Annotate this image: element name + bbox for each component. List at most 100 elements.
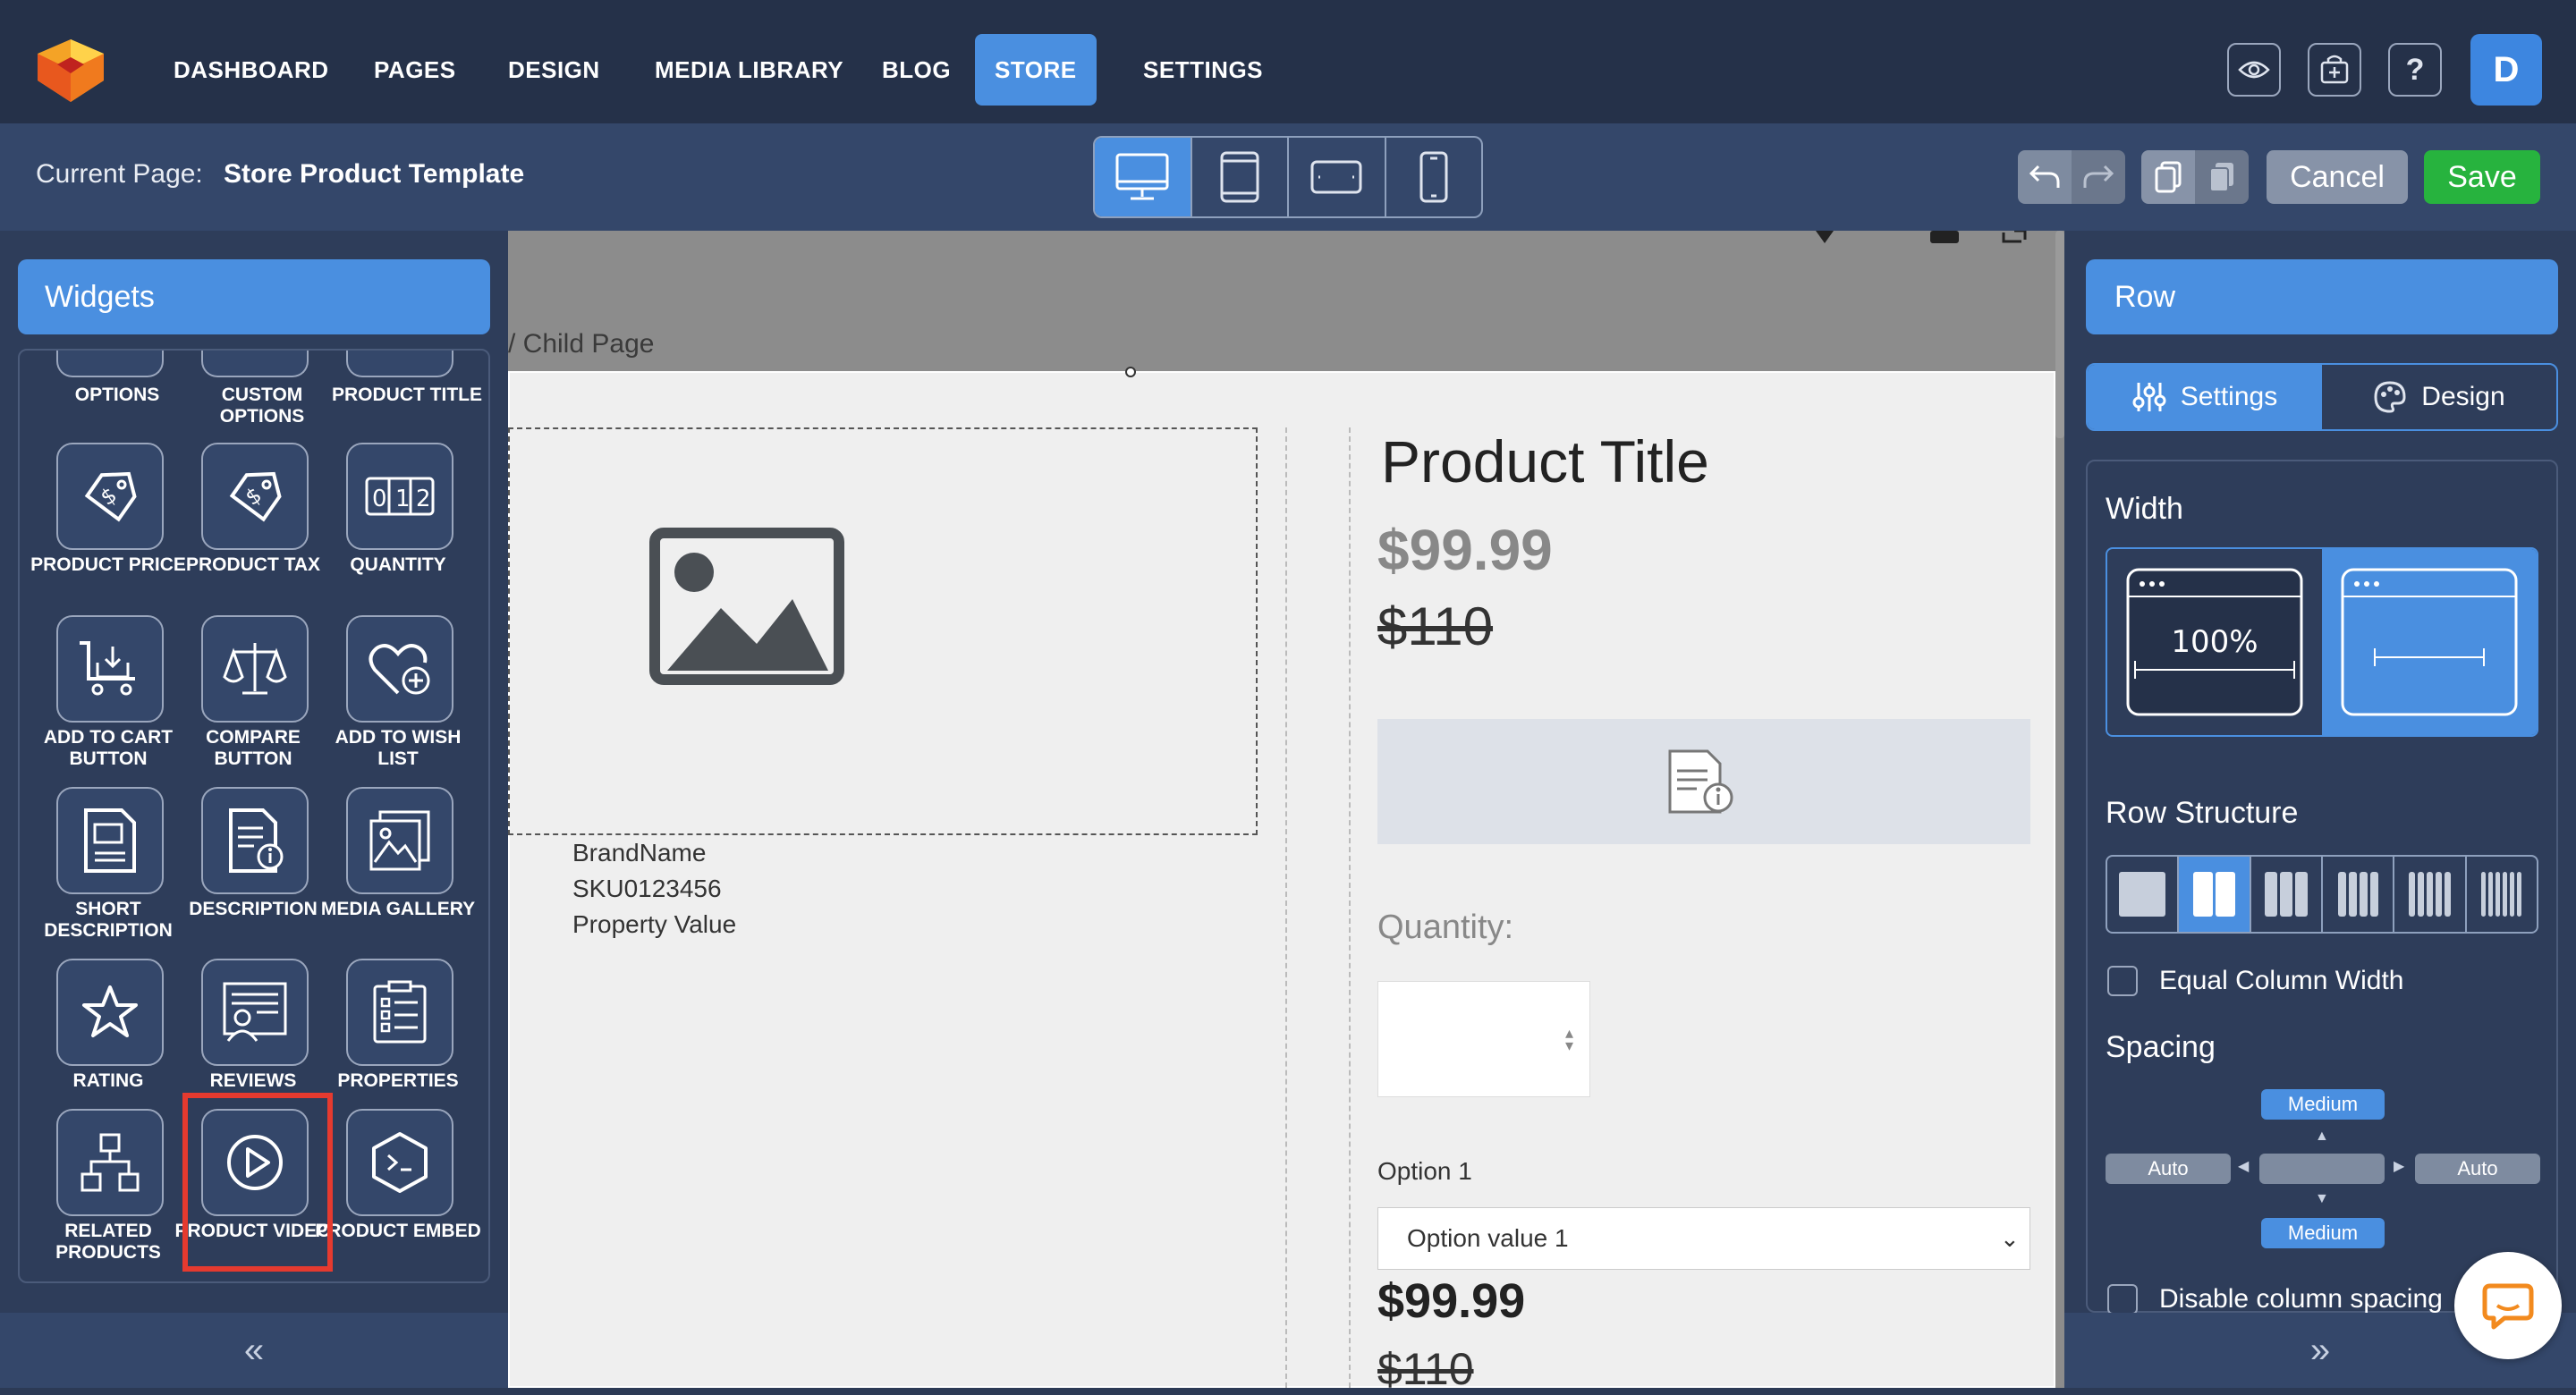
column-bar [2264,872,2277,917]
structure-4-columns[interactable] [2323,857,2395,932]
tax-tag-icon: $ [201,443,309,550]
tablet-view-button[interactable] [1192,138,1289,216]
description-placeholder[interactable] [1377,719,2030,844]
nav-settings[interactable]: SETTINGS [1123,34,1283,106]
code-hexagon-icon [346,1109,453,1216]
star-icon [56,959,164,1066]
product-title[interactable]: Product Title [1381,427,1709,495]
column-bar [2192,872,2213,917]
width-heading: Width [2106,492,2183,526]
properties-tabs: Settings Design [2086,363,2558,431]
structure-3-columns[interactable] [2251,857,2323,932]
row-handle[interactable] [1125,367,1136,377]
nav-design[interactable]: DESIGN [488,34,620,106]
collapse-left-panel-button[interactable]: « [0,1313,508,1388]
undo-icon [2029,165,2060,188]
column-bar [2294,872,2308,917]
question-mark-icon: ? [2405,52,2425,87]
nav-blog[interactable]: BLOG [862,34,970,106]
structure-6-columns[interactable] [2467,857,2537,932]
cancel-button[interactable]: Cancel [2267,150,2408,204]
arrow-down-icon: ▼ [2315,1191,2329,1206]
structure-2-columns[interactable] [2179,857,2251,932]
column-bar [2119,872,2166,917]
widget-label: PRODUCT TITLE [332,385,482,405]
product-old-price-bottom[interactable]: $110 [1377,1343,1474,1395]
canvas-scrollbar[interactable] [2055,231,2064,438]
quantity-label: Quantity: [1377,909,1514,946]
help-button[interactable]: ? [2388,43,2442,97]
price-tag-icon: $ [56,443,164,550]
tab-design[interactable]: Design [2322,365,2556,429]
save-button[interactable]: Save [2424,150,2540,204]
widgets-panel-header: Widgets [18,259,490,334]
tablet-landscape-view-button[interactable] [1289,138,1386,216]
breadcrumb[interactable]: / Child Page [508,329,654,359]
reviews-icon [201,959,309,1066]
tab-settings[interactable]: Settings [2088,365,2322,429]
column-bar [2426,872,2433,917]
options-icon [56,351,164,377]
highlight-annotation [182,1093,333,1272]
widget-label: PROPERTIES [337,1070,459,1091]
spacing-bottom-button[interactable]: Medium [2261,1218,2385,1248]
product-old-price[interactable]: $110 [1377,596,1493,657]
option-label: Option 1 [1377,1157,1472,1185]
nav-store[interactable]: STORE [975,34,1097,106]
disable-column-spacing-checkbox[interactable] [2107,1284,2138,1315]
widget-label: QUANTITY [350,554,446,575]
eye-icon [2238,61,2270,79]
row-structure-heading: Row Structure [2106,796,2299,830]
width-boxed-option[interactable] [2322,549,2537,735]
width-full-option[interactable]: 100% [2107,549,2322,735]
chat-support-button[interactable] [2454,1252,2562,1359]
widget-label: PRODUCT EMBED [315,1221,481,1241]
redo-button[interactable] [2072,150,2125,204]
copy-button[interactable] [2141,150,2195,204]
document-info-icon [201,787,309,894]
widget-label: ADD TO WISH LIST [335,727,462,769]
option-select[interactable]: Option value 1 [1377,1207,2030,1270]
current-page-name[interactable]: Store Product Template [224,159,524,190]
double-chevron-right-icon: » [2309,1330,2331,1370]
column-divider [1285,427,1287,1388]
nav-media-library[interactable]: MEDIA LIBRARY [635,34,863,106]
property-value: Property Value [572,910,737,938]
svg-text:1: 1 [395,486,411,512]
chevron-down-icon: ⌄ [2000,1225,2020,1252]
column-bar [2417,872,2424,917]
equal-column-width-checkbox[interactable] [2107,966,2138,996]
arrow-right-icon: ▶ [2394,1159,2405,1174]
spacing-left-button[interactable]: Auto [2106,1154,2231,1184]
store-settings-button[interactable] [2308,43,2361,97]
quantity-icon: 012 [346,443,453,550]
document-icon [56,787,164,894]
app-logo-icon[interactable] [32,34,109,104]
spacing-top-button[interactable]: Medium [2261,1089,2385,1120]
nav-pages[interactable]: PAGES [354,34,476,106]
user-avatar[interactable]: D [2470,34,2542,106]
tab-label: Settings [2180,382,2278,411]
undo-button[interactable] [2018,150,2072,204]
document-info-icon [1668,749,1733,814]
structure-1-column[interactable] [2107,857,2180,932]
product-image-placeholder[interactable] [508,427,1258,835]
nav-dashboard[interactable]: DASHBOARD [154,34,349,106]
product-sku: SKU0123456 [572,875,722,902]
product-price-bottom[interactable]: $99.99 [1377,1273,1525,1329]
arrow-up-icon: ▲ [2315,1129,2329,1144]
product-price[interactable]: $99.99 [1377,517,1553,583]
quantity-spinner-icon[interactable]: ▴ ▾ [1565,1025,1573,1053]
quantity-input[interactable] [1377,981,1590,1097]
paste-button[interactable] [2195,150,2249,204]
current-page-label: Current Page: [36,159,203,189]
shop-bag-icon [2320,55,2349,84]
column-bar [2279,872,2292,917]
desktop-view-button[interactable] [1095,138,1192,216]
boxed-width-icon [2341,568,2518,716]
structure-5-columns[interactable] [2394,857,2467,932]
spacing-right-button[interactable]: Auto [2415,1154,2540,1184]
mobile-view-button[interactable] [1386,138,1482,216]
preview-button[interactable] [2227,43,2281,97]
chat-icon [2482,1283,2534,1330]
